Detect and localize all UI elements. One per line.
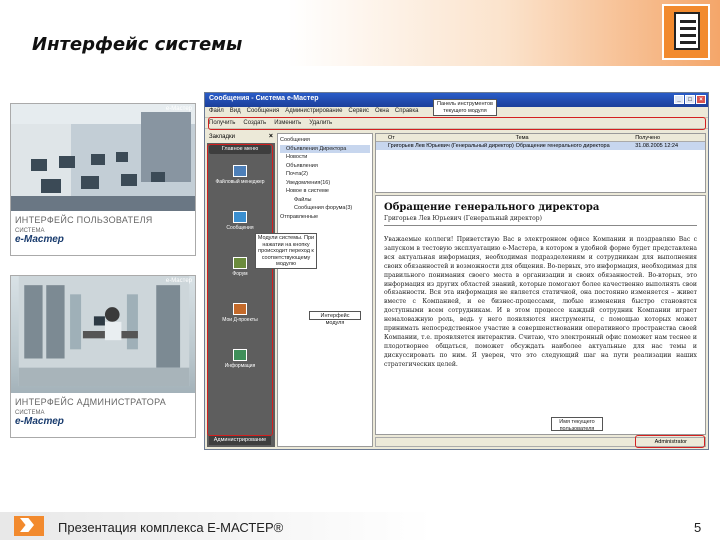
preview-sender: Григорьев Лев Юрьевич (Генеральный дирек… <box>384 215 697 226</box>
caption-title: ИНТЕРФЕЙС АДМИНИСТРАТОРА <box>15 397 167 407</box>
tree-item[interactable]: Уведомления(16) <box>280 179 370 188</box>
tree-item[interactable]: Файлы <box>280 196 370 205</box>
office-scene-illustration <box>11 104 195 214</box>
close-icon[interactable]: × <box>269 133 273 140</box>
tree-item[interactable]: Объявления <box>280 162 370 171</box>
photo-caption: ИНТЕРФЕЙС ПОЛЬЗОВАТЕЛЯ СИСТЕМА e-Мастер <box>11 211 195 255</box>
message-preview: Обращение генерального директора Григорь… <box>375 195 706 435</box>
callout-toolbar: Панель инструментов текущего модуля <box>433 99 497 116</box>
menu-messages[interactable]: Сообщения <box>247 108 280 116</box>
folder-tree: Сообщения Объявления Директора Новости О… <box>277 133 373 447</box>
message-list: От Тема Получено Григорьев Лев Юрьевич (… <box>375 133 706 193</box>
footer-text: Презентация комплекса Е-МАСТЕР® <box>58 520 284 535</box>
menu-admin[interactable]: Администрирование <box>285 108 342 116</box>
callout-modules: Модули системы. При нажатии на кнопку пр… <box>255 233 317 269</box>
tree-item[interactable]: Новое в системе <box>280 187 370 196</box>
photo-caption: ИНТЕРФЕЙС АДМИНИСТРАТОРА СИСТЕМА e-Масте… <box>11 393 195 437</box>
page-title: Интерфейс системы <box>32 34 243 55</box>
chevron-right-icon <box>14 516 44 536</box>
tree-item[interactable]: Объявления Директора <box>280 144 370 153</box>
document-icon <box>662 4 710 60</box>
bookmarks-header: Закладки × <box>207 133 275 143</box>
toolbar-highlight <box>208 117 706 130</box>
list-header: От Тема Получено <box>376 134 705 142</box>
close-icon[interactable]: × <box>696 95 706 104</box>
minimize-icon[interactable]: _ <box>674 95 684 104</box>
photo-brand: e-Мастер <box>165 106 192 112</box>
caption-product: e-Мастер <box>15 416 64 427</box>
callout-user: Имя текущего пользователя <box>551 417 603 432</box>
menu-help[interactable]: Справка <box>395 108 419 116</box>
header-bar <box>0 0 720 66</box>
photo-brand: e-Мастер <box>165 278 192 284</box>
caption-product: e-Мастер <box>15 234 64 245</box>
menu-windows[interactable]: Окна <box>375 108 389 116</box>
menu-file[interactable]: Файл <box>209 108 224 116</box>
administration-button[interactable]: Администрирование <box>209 436 271 445</box>
menu-view[interactable]: Вид <box>230 108 241 116</box>
server-room-illustration <box>18 276 190 386</box>
app-window: Сообщения - Система e-Мастер _ □ × Файл … <box>204 92 709 450</box>
page-number: 5 <box>694 520 702 535</box>
callout-module-ui: Интерфейс модуля <box>309 311 361 326</box>
window-title: Сообщения - Система e-Мастер <box>209 95 319 102</box>
caption-title: ИНТЕРФЕЙС ПОЛЬЗОВАТЕЛЯ <box>15 215 153 225</box>
user-highlight <box>635 435 705 448</box>
maximize-icon[interactable]: □ <box>685 95 695 104</box>
tree-item[interactable]: Почта(2) <box>280 170 370 179</box>
modules-highlight <box>207 144 273 436</box>
tree-item[interactable]: Сообщения <box>280 136 370 145</box>
tree-item[interactable]: Отправленные <box>280 213 370 222</box>
tree-item[interactable]: Новости <box>280 153 370 162</box>
user-interface-photo: e-Мастер ИНТЕРФЕЙС ПОЛЬЗОВАТЕЛЯ СИСТЕМА … <box>10 103 196 256</box>
preview-body: Уважаемые коллеги! Приветствую Вас в эле… <box>384 236 697 368</box>
menu-service[interactable]: Сервис <box>348 108 369 116</box>
list-row[interactable]: Григорьев Лев Юрьевич (Генеральный дирек… <box>376 142 705 150</box>
tree-item[interactable]: Сообщения форума(3) <box>280 204 370 213</box>
preview-title: Обращение генерального директора <box>384 202 600 213</box>
slide: Интерфейс системы e-Мастер ИНТЕРФЕЙС ПОЛ… <box>0 0 720 540</box>
modules-pane: Закладки × Главное меню Файловый менеджер… <box>207 133 275 447</box>
admin-interface-photo: e-Мастер ИНТЕРФЕЙС АДМИНИСТРАТОРА СИСТЕМ… <box>10 275 196 438</box>
